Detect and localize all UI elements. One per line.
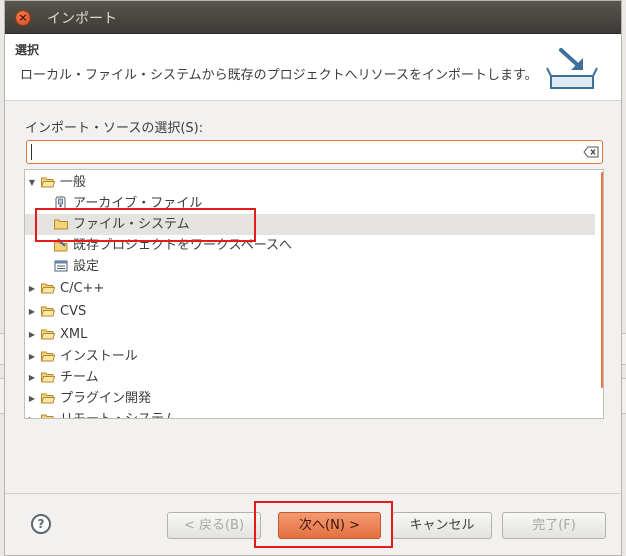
- collapsed-arrow-icon[interactable]: ▶: [27, 301, 37, 322]
- open-folder-icon: [41, 283, 55, 294]
- highlight-box-next-button: [254, 501, 393, 548]
- background-window-strip: [622, 378, 626, 414]
- tree-item-label: C/C++: [60, 281, 105, 296]
- open-folder-icon: [41, 177, 55, 188]
- open-folder-icon: [41, 329, 55, 340]
- tree-item-cvs[interactable]: ▶ CVS: [25, 301, 595, 322]
- collapsed-arrow-icon[interactable]: ▶: [27, 324, 37, 345]
- tree-item-label: XML: [60, 327, 88, 342]
- tree-item-general[interactable]: ▼ 一般: [25, 172, 595, 193]
- open-folder-icon: [41, 372, 55, 383]
- wizard-header: 選択 ローカル・ファイル・システムから既存のプロジェクトへリソースをインポートし…: [5, 34, 621, 101]
- collapsed-arrow-icon[interactable]: ▶: [27, 388, 37, 409]
- highlight-box-file-system: [35, 208, 256, 242]
- tree-item-xml[interactable]: ▶ XML: [25, 324, 595, 345]
- tree-scrollbar[interactable]: [601, 172, 603, 388]
- open-folder-icon: [41, 414, 54, 418]
- collapsed-arrow-icon[interactable]: ▶: [27, 278, 37, 299]
- text-caret: [31, 144, 32, 160]
- preferences-icon: [54, 260, 68, 272]
- clear-filter-icon[interactable]: [583, 146, 599, 158]
- filter-input[interactable]: [26, 140, 603, 164]
- open-folder-icon: [41, 351, 55, 362]
- tree-item-preferences[interactable]: 設定: [25, 256, 595, 277]
- help-button[interactable]: ?: [31, 514, 51, 534]
- tree-item-label: インストール: [60, 349, 138, 364]
- open-folder-icon: [41, 306, 55, 317]
- tree-item-plugin-dev[interactable]: ▶ プラグイン開発: [25, 388, 595, 409]
- import-dialog: × インポート 選択 ローカル・ファイル・システムから既存のプロジェクトへリソー…: [4, 0, 622, 556]
- tree-item-label: プラグイン開発: [60, 391, 152, 406]
- import-source-tree[interactable]: ▼ 一般 アーカイブ・ファイル ファイル・システム 既存プロジェクトをワークスペ…: [24, 169, 604, 419]
- expanded-arrow-icon[interactable]: ▼: [27, 172, 37, 193]
- tree-item-install[interactable]: ▶ インストール: [25, 346, 595, 367]
- tree-item-team[interactable]: ▶ チーム: [25, 367, 595, 388]
- tree-item-label: 一般: [60, 175, 87, 190]
- open-folder-icon: [41, 393, 55, 404]
- collapsed-arrow-icon[interactable]: ▶: [27, 367, 37, 388]
- tree-item-remote-systems[interactable]: ▶ リモート・システム: [25, 409, 595, 418]
- collapsed-arrow-icon[interactable]: ▶: [27, 346, 37, 367]
- title-bar: × インポート: [5, 1, 621, 34]
- tree-item-cc[interactable]: ▶ C/C++: [25, 278, 595, 299]
- tree-item-label: CVS: [60, 304, 87, 319]
- tree-item-label: チーム: [60, 370, 99, 385]
- import-wizard-icon: [546, 48, 598, 89]
- close-window-button[interactable]: ×: [15, 10, 31, 26]
- finish-button[interactable]: 完了(F): [502, 512, 606, 539]
- page-description: ローカル・ファイル・システムから既存のプロジェクトへリソースをインポートします。: [20, 68, 538, 83]
- page-title: 選択: [15, 43, 40, 57]
- import-source-label: インポート・ソースの選択(S):: [25, 121, 204, 136]
- collapsed-arrow-icon[interactable]: ▶: [27, 409, 37, 418]
- tree-item-label: リモート・システム: [60, 409, 177, 418]
- tree-item-label: 設定: [73, 259, 100, 274]
- cancel-button[interactable]: キャンセル: [392, 512, 492, 539]
- window-title: インポート: [47, 11, 117, 27]
- footer-divider: [5, 493, 621, 494]
- background-window-strip: [622, 333, 626, 365]
- back-button[interactable]: < 戻る(B): [167, 512, 261, 539]
